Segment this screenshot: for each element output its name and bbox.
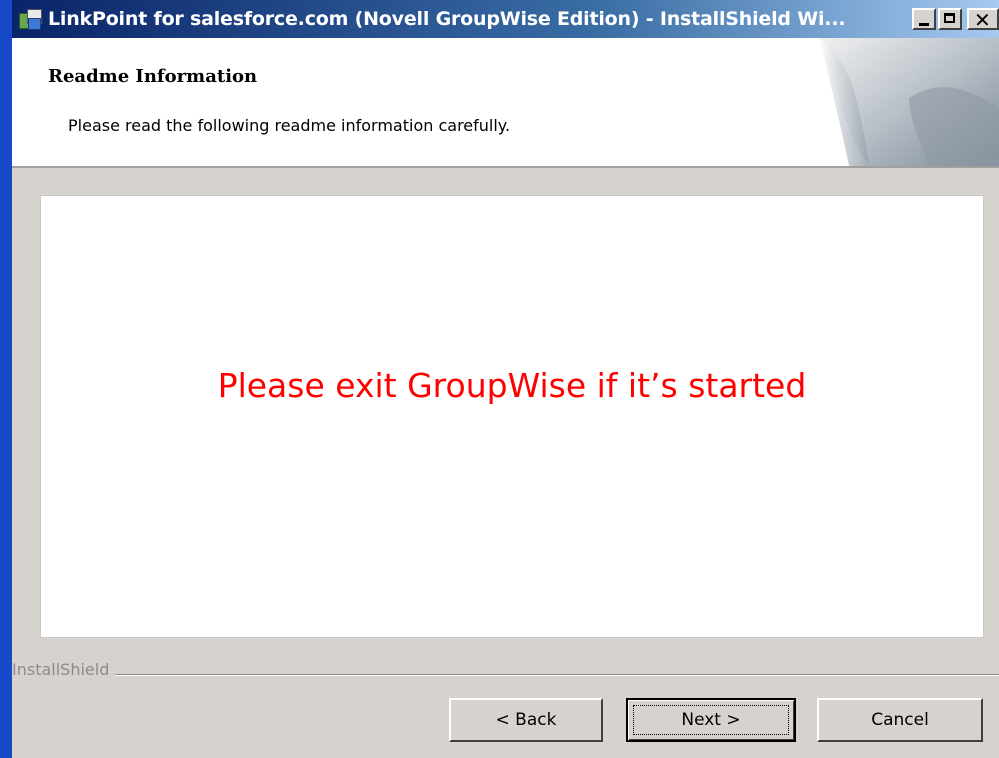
readme-message: Please exit GroupWise if it’s started [217,366,807,405]
focus-rectangle [633,705,789,735]
next-button[interactable]: Next > [626,698,796,742]
header-banner: Readme Information Please read the follo… [12,38,999,168]
minimize-button[interactable] [912,8,936,30]
cancel-button[interactable]: Cancel [817,698,983,742]
page-title: Readme Information [48,66,258,87]
installshield-brand: InstallShield [12,660,116,679]
installer-window: LinkPoint for salesforce.com (Novell Gro… [12,0,999,758]
maximize-button[interactable] [938,8,962,30]
page-subtitle: Please read the following readme informa… [68,116,511,135]
readme-panel[interactable]: Please exit GroupWise if it’s started [40,195,984,638]
close-button[interactable]: ✕ [967,8,999,32]
minimize-icon [919,23,929,26]
installer-icon [18,7,42,31]
installshield-separator: InstallShield [12,660,999,684]
maximize-icon [944,13,955,23]
page-curl-graphic [819,38,999,166]
window-title: LinkPoint for salesforce.com (Novell Gro… [48,8,846,30]
back-button[interactable]: < Back [449,698,603,742]
title-bar[interactable]: LinkPoint for salesforce.com (Novell Gro… [12,0,999,38]
close-icon: ✕ [974,8,991,32]
separator-line [12,674,999,676]
